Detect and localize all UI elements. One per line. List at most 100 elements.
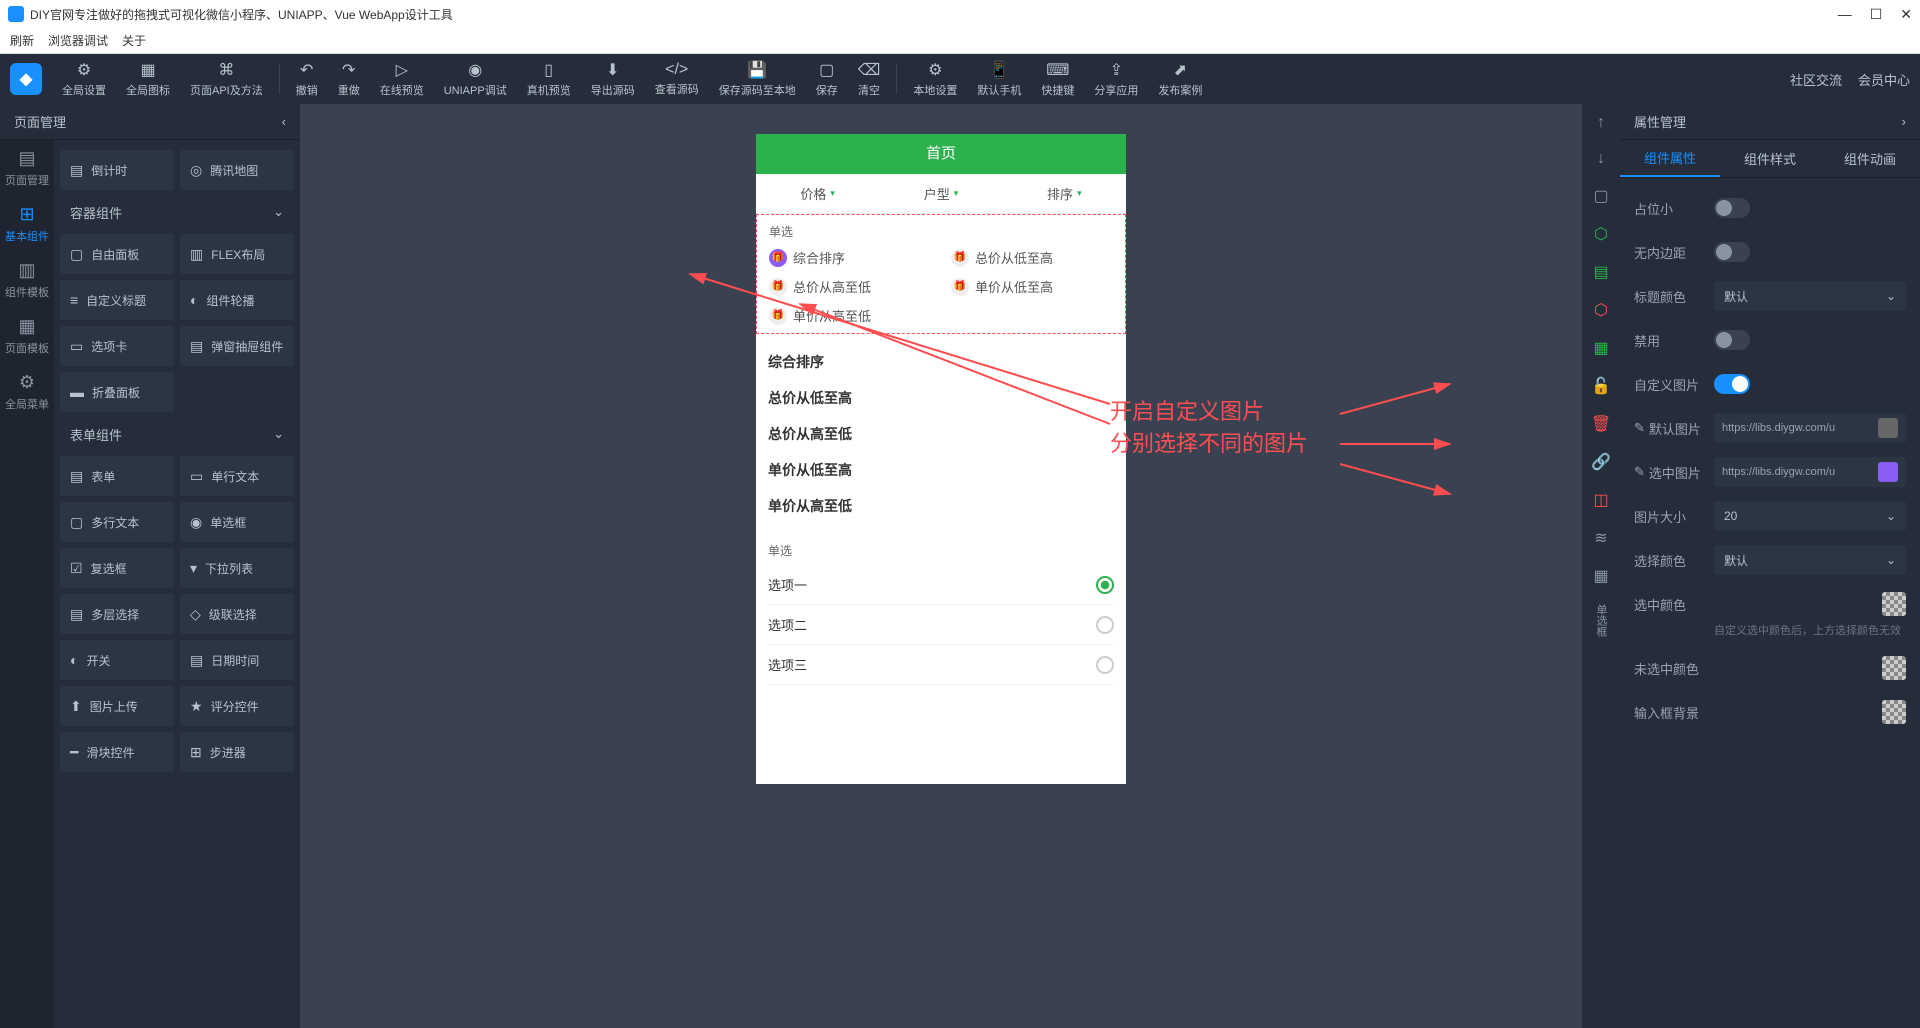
- move-top-icon[interactable]: ↑: [1597, 114, 1605, 132]
- move-down-icon[interactable]: ↓: [1597, 150, 1605, 168]
- doc-icon[interactable]: ▦: [1593, 338, 1608, 358]
- comp-upload[interactable]: ⬆图片上传: [60, 686, 174, 726]
- minimize-icon[interactable]: —: [1838, 6, 1852, 23]
- selectedimg-input[interactable]: https://libs.diygw.com/u: [1714, 457, 1906, 487]
- group-container-header[interactable]: 容器组件⌄: [60, 194, 294, 230]
- shortcut-button[interactable]: ⌨快捷键: [1031, 54, 1084, 104]
- titlecolor-select[interactable]: 默认⌄: [1714, 281, 1906, 311]
- close-icon[interactable]: ✕: [1900, 6, 1912, 23]
- comp-multilevel[interactable]: ▤多层选择: [60, 594, 174, 634]
- comp-custom-title[interactable]: ≡自定义标题: [60, 280, 174, 320]
- copy-icon[interactable]: ▢: [1593, 186, 1608, 206]
- publish-case-button[interactable]: ⬈发布案例: [1148, 54, 1212, 104]
- tab-comp-style[interactable]: 组件样式: [1720, 140, 1820, 177]
- filter-tab-sort[interactable]: 排序: [1003, 174, 1126, 213]
- comp-form[interactable]: ▤表单: [60, 456, 174, 496]
- clear-button[interactable]: ⌫清空: [848, 54, 891, 104]
- global-icon-button[interactable]: ▦全局图标: [116, 54, 180, 104]
- puzzle-icon[interactable]: ⬡: [1594, 224, 1608, 244]
- image-picker-icon[interactable]: [1878, 418, 1898, 438]
- tab-page-tpl[interactable]: ▦页面模板: [0, 308, 54, 364]
- comp-select[interactable]: ▾下拉列表: [180, 548, 294, 588]
- image-picker-icon[interactable]: [1878, 462, 1898, 482]
- list-item[interactable]: 单价从低至高: [768, 452, 1114, 488]
- selectcolor-select[interactable]: 默认⌄: [1714, 545, 1906, 575]
- customimg-toggle[interactable]: [1714, 374, 1750, 394]
- imgsize-select[interactable]: 20⌄: [1714, 501, 1906, 531]
- comp-cascade[interactable]: ◇级联选择: [180, 594, 294, 634]
- comp-stepper[interactable]: ⊞步进器: [180, 732, 294, 772]
- redo-button[interactable]: ↷重做: [328, 54, 370, 104]
- member-link[interactable]: 会员中心: [1858, 70, 1910, 89]
- nopadding-toggle[interactable]: [1714, 242, 1750, 262]
- link-icon[interactable]: 🔗: [1591, 452, 1611, 472]
- uniapp-debug-button[interactable]: ◉UNIAPP调试: [434, 54, 517, 104]
- list-item[interactable]: 总价从低至高: [768, 380, 1114, 416]
- online-preview-button[interactable]: ▷在线预览: [370, 54, 434, 104]
- save-button[interactable]: ▢保存: [806, 54, 848, 104]
- comp-drawer[interactable]: ▤弹窗抽屉组件: [180, 326, 294, 366]
- view-src-button[interactable]: </>查看源码: [645, 54, 709, 104]
- collapse-left-icon[interactable]: ‹: [282, 114, 286, 129]
- share-app-button[interactable]: ⇪分享应用: [1084, 54, 1148, 104]
- phone-preview-button[interactable]: ▯真机预览: [517, 54, 581, 104]
- tab-global-menu[interactable]: ⚙全局菜单: [0, 364, 54, 420]
- undo-button[interactable]: ↶撤销: [286, 54, 328, 104]
- list-item[interactable]: 单价从高至低: [768, 488, 1114, 524]
- comp-datetime[interactable]: ▤日期时间: [180, 640, 294, 680]
- inputbg-swatch[interactable]: [1882, 700, 1906, 724]
- comp-tabs[interactable]: ▭选项卡: [60, 326, 174, 366]
- selected-radio-component[interactable]: 单选 🎁综合排序 🎁总价从低至高 🎁总价从高至低 🎁单价从低至高 🎁单价从高至低: [756, 214, 1126, 334]
- radio-item[interactable]: 🎁单价从低至高: [951, 277, 1113, 296]
- disabled-toggle[interactable]: [1714, 330, 1750, 350]
- comp-switch[interactable]: ◐开关: [60, 640, 174, 680]
- tab-basic-comp[interactable]: ⊞基本组件: [0, 196, 54, 252]
- menu-refresh[interactable]: 刷新: [10, 32, 34, 49]
- comp-map[interactable]: ◎腾讯地图: [180, 150, 294, 190]
- comp-radio[interactable]: ◉单选框: [180, 502, 294, 542]
- selection-icon[interactable]: ◫: [1593, 490, 1608, 510]
- defaultimg-input[interactable]: https://libs.diygw.com/u: [1714, 413, 1906, 443]
- collapse-right-icon[interactable]: ›: [1902, 114, 1906, 129]
- group-form-header[interactable]: 表单组件⌄: [60, 416, 294, 452]
- tab-comp-anim[interactable]: 组件动画: [1820, 140, 1920, 177]
- page-api-button[interactable]: ⌘页面API及方法: [180, 54, 273, 104]
- comp-slider[interactable]: ━滑块控件: [60, 732, 174, 772]
- default-phone-button[interactable]: 📱默认手机: [967, 54, 1031, 104]
- radio-option[interactable]: 选项三: [768, 645, 1114, 685]
- puzzle-red-icon[interactable]: ⬡: [1594, 300, 1608, 320]
- lock-icon[interactable]: 🔓: [1591, 376, 1611, 396]
- menu-about[interactable]: 关于: [122, 32, 146, 49]
- comp-collapse[interactable]: ▬折叠面板: [60, 372, 174, 412]
- local-setting-button[interactable]: ⚙本地设置: [903, 54, 967, 104]
- layers-icon[interactable]: ≋: [1594, 528, 1607, 548]
- uncheckedcolor-swatch[interactable]: [1882, 656, 1906, 680]
- radio-item[interactable]: 🎁单价从高至低: [769, 306, 931, 325]
- list-item[interactable]: 综合排序: [768, 344, 1114, 380]
- radio-item[interactable]: 🎁总价从高至低: [769, 277, 931, 296]
- tab-comp-props[interactable]: 组件属性: [1620, 140, 1720, 177]
- comp-checkbox[interactable]: ☑复选框: [60, 548, 174, 588]
- grid-icon[interactable]: ▦: [1593, 566, 1608, 586]
- checkedcolor-swatch[interactable]: [1882, 592, 1906, 616]
- comp-free-panel[interactable]: ▢自由面板: [60, 234, 174, 274]
- global-setting-button[interactable]: ⚙全局设置: [52, 54, 116, 104]
- menu-browser-debug[interactable]: 浏览器调试: [48, 32, 108, 49]
- comp-input[interactable]: ▭单行文本: [180, 456, 294, 496]
- community-link[interactable]: 社区交流: [1790, 70, 1842, 89]
- radio-option[interactable]: 选项一: [768, 565, 1114, 605]
- comp-carousel[interactable]: ◐组件轮播: [180, 280, 294, 320]
- maximize-icon[interactable]: ☐: [1870, 6, 1883, 23]
- app-logo-big-icon[interactable]: ◆: [10, 63, 42, 95]
- tab-comp-tpl[interactable]: ▥组件模板: [0, 252, 54, 308]
- list-item[interactable]: 总价从高至低: [768, 416, 1114, 452]
- comp-countdown[interactable]: ▤倒计时: [60, 150, 174, 190]
- radio-option[interactable]: 选项二: [768, 605, 1114, 645]
- radio-item[interactable]: 🎁综合排序: [769, 248, 931, 267]
- export-src-button[interactable]: ⬇导出源码: [581, 54, 645, 104]
- save-local-button[interactable]: 💾保存源码至本地: [709, 54, 806, 104]
- comp-rate[interactable]: ★评分控件: [180, 686, 294, 726]
- filter-tab-type[interactable]: 户型: [879, 174, 1002, 213]
- canvas-area[interactable]: 首页 价格 户型 排序 单选 🎁综合排序 🎁总价从低至高 🎁总价从高至低 🎁单价…: [300, 104, 1582, 1028]
- trash-icon[interactable]: 🗑: [1591, 414, 1611, 434]
